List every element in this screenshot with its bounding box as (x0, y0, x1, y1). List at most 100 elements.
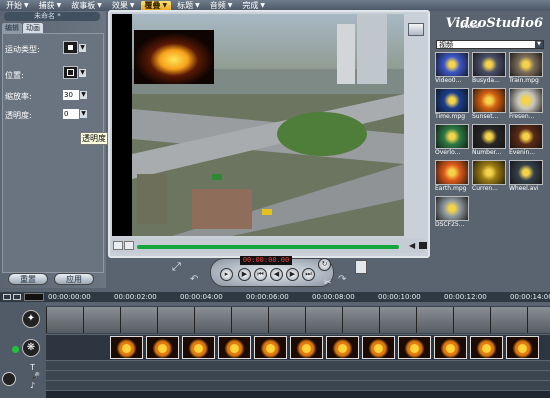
video-track-icon[interactable]: ✦ (22, 310, 40, 328)
motion-type-button[interactable] (63, 41, 78, 54)
menu-item-0[interactable]: 开始 ▼ (2, 1, 33, 11)
video-clip[interactable] (527, 307, 550, 333)
library-item[interactable]: DSCF25... (435, 196, 469, 228)
library-item[interactable]: Time.mpg (435, 88, 469, 120)
overlay-clip[interactable] (434, 336, 467, 359)
video-clip[interactable] (453, 307, 491, 333)
library-item[interactable]: Wheel.avi (509, 160, 543, 192)
overlay-clip[interactable] (470, 336, 503, 359)
menu-item-label: 音频 (209, 0, 226, 10)
menu-item-5[interactable]: 标题 ▼ (173, 1, 204, 11)
opacity-input[interactable]: 0 (63, 109, 79, 119)
tab-animation[interactable]: 动画 (23, 23, 43, 33)
video-clip[interactable] (194, 307, 232, 333)
storyboard-view-icon[interactable] (3, 294, 11, 300)
music-track[interactable] (46, 381, 550, 390)
video-track[interactable] (46, 306, 550, 334)
video-clip[interactable] (268, 307, 306, 333)
scrub-track[interactable] (137, 245, 399, 249)
apply-button[interactable]: 应用 (54, 273, 94, 285)
overlay-clip[interactable] (110, 336, 143, 359)
end-icon[interactable]: ⏭ (302, 268, 315, 281)
split-clip-icon[interactable]: ✂ (324, 278, 332, 288)
video-clip[interactable] (490, 307, 528, 333)
preview-mode-button[interactable] (408, 23, 424, 36)
play-mode-icon[interactable]: ▸ (220, 268, 233, 281)
video-clip[interactable] (120, 307, 158, 333)
play-icon[interactable]: ▶ (238, 268, 251, 281)
repeat-icon[interactable]: ↻ (318, 258, 331, 271)
undo-icon[interactable]: ↶ (190, 274, 198, 285)
menu-item-3[interactable]: 效果 ▼ (108, 1, 139, 11)
menu-item-6[interactable]: 音频 ▼ (206, 1, 237, 11)
overlay-clip[interactable] (398, 336, 431, 359)
reset-button[interactable]: 重置 (8, 273, 48, 285)
library-item[interactable]: Evenin... (509, 124, 543, 156)
position-button[interactable] (63, 66, 78, 79)
video-clip[interactable] (416, 307, 454, 333)
timeline-view-icon[interactable] (13, 294, 21, 300)
overlay-clip[interactable] (506, 336, 539, 359)
chevron-down-icon[interactable]: ▼ (79, 69, 86, 77)
overlay-track[interactable] (46, 335, 550, 360)
trash-icon[interactable] (355, 260, 367, 274)
video-clip[interactable] (46, 307, 84, 333)
previous-frame-icon[interactable]: ◀ (270, 268, 283, 281)
video-clip[interactable] (157, 307, 195, 333)
video-clip[interactable] (342, 307, 380, 333)
chevron-down-icon[interactable]: ▼ (79, 44, 86, 52)
overlay-clip[interactable] (254, 336, 287, 359)
library-item[interactable]: Video0... (435, 52, 469, 84)
video-clip[interactable] (231, 307, 269, 333)
overlay-clip[interactable] (182, 336, 215, 359)
title-track[interactable] (46, 361, 550, 370)
library-item[interactable]: Sunset... (472, 88, 506, 120)
library-item[interactable]: Curren... (472, 160, 506, 192)
trim-end-button[interactable] (124, 241, 134, 250)
track-status-icon[interactable] (12, 346, 19, 353)
menu-item-4[interactable]: 覆叠 ▼ (140, 0, 172, 11)
library-item-caption: Curren... (472, 185, 498, 192)
chevron-down-icon[interactable]: ▼ (80, 110, 87, 118)
title-track-icon[interactable]: T (30, 363, 35, 372)
library-item-caption: Train.mpg (509, 77, 539, 84)
library-item[interactable]: Earth.mpg (435, 160, 469, 192)
chevron-down-icon[interactable]: ▼ (80, 91, 87, 99)
volume-slider[interactable] (419, 242, 427, 249)
library-item[interactable]: Train.mpg (509, 52, 543, 84)
video-clip[interactable] (379, 307, 417, 333)
volume-icon[interactable]: ◀ (409, 241, 419, 250)
zoom-label: 缩放率: (5, 92, 32, 101)
library-thumbnail (509, 88, 543, 113)
timeline-scrollbar[interactable] (46, 391, 550, 398)
next-frame-icon[interactable]: ▶ (286, 268, 299, 281)
library-item[interactable]: Fresen... (509, 88, 543, 120)
library-category-select[interactable]: 视频 ▼ (436, 40, 544, 49)
menu-item-7[interactable]: 完成 ▼ (238, 1, 269, 11)
voice-track-icon[interactable]: 🎤 (30, 372, 40, 381)
library-item[interactable]: Overlo... (435, 124, 469, 156)
menu-item-2[interactable]: 故事板 ▼ (67, 1, 106, 11)
zoom-input[interactable]: 30 (63, 90, 79, 100)
overlay-clip[interactable] (362, 336, 395, 359)
options-icon[interactable] (2, 372, 16, 386)
library-item[interactable]: Busyda... (472, 52, 506, 84)
video-clip[interactable] (305, 307, 343, 333)
overlay-clip[interactable] (218, 336, 251, 359)
overlay-track-icon[interactable]: ❋ (22, 339, 40, 357)
timecode-display[interactable]: 00:00:00.00 (240, 256, 292, 265)
voice-track[interactable] (46, 371, 550, 380)
home-icon[interactable]: ⏮ (254, 268, 267, 281)
video-clip[interactable] (83, 307, 121, 333)
overlay-clip[interactable] (326, 336, 359, 359)
expand-icon[interactable]: ⤢ (172, 260, 181, 274)
music-track-icon[interactable]: ♪ (30, 381, 35, 390)
overlay-clip[interactable] (290, 336, 323, 359)
trim-start-button[interactable] (113, 241, 123, 250)
zoom-slider[interactable] (24, 293, 44, 301)
library-item[interactable]: Number... (472, 124, 506, 156)
tab-edit[interactable]: 编辑 (2, 23, 22, 33)
menu-item-1[interactable]: 捕获 ▼ (35, 1, 66, 11)
redo-icon[interactable]: ↷ (338, 274, 346, 285)
overlay-clip[interactable] (146, 336, 179, 359)
